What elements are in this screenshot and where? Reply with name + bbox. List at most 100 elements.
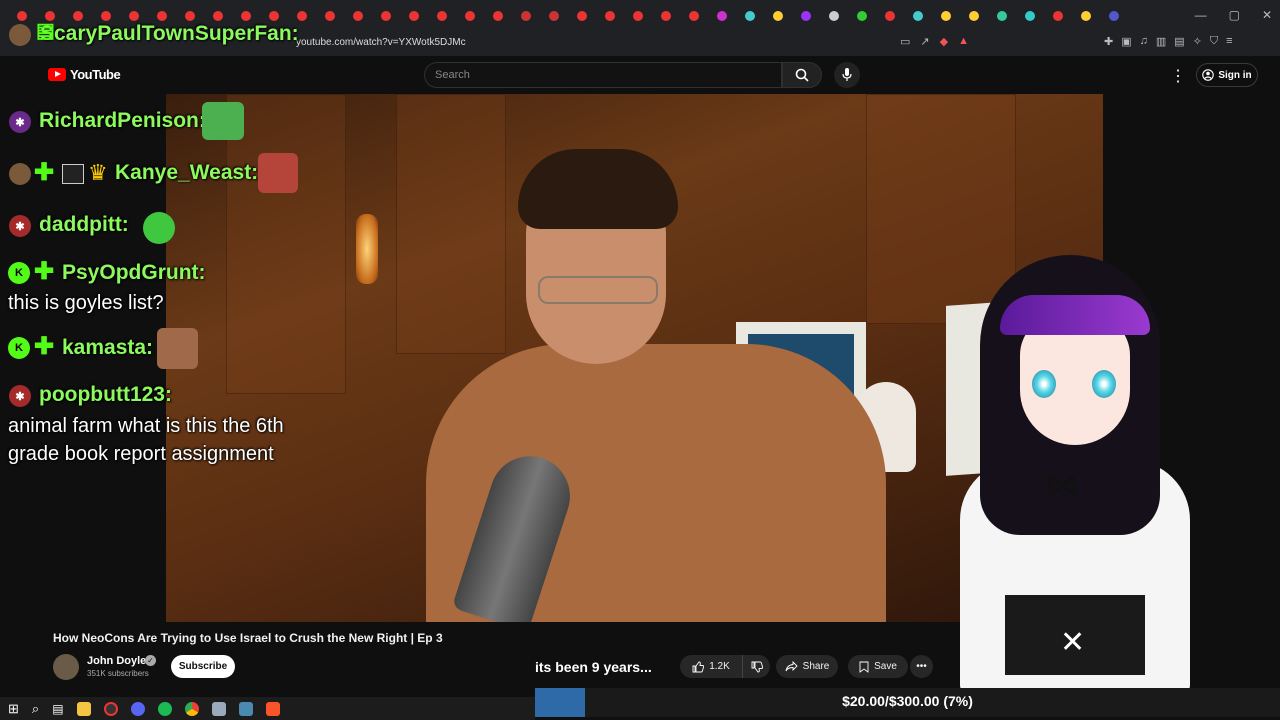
tab-favicon-icon: [633, 11, 643, 21]
share-page-icon[interactable]: ↗: [920, 35, 929, 48]
browser-tab[interactable]: [708, 4, 736, 28]
chat-message: animal farm what is this the 6th grade b…: [8, 415, 284, 465]
spotify-icon[interactable]: [157, 701, 172, 716]
cast-icon[interactable]: ▭: [900, 35, 910, 48]
mic-icon: [842, 68, 852, 81]
browser-tab[interactable]: [652, 4, 680, 28]
browser-tab[interactable]: [848, 4, 876, 28]
verified-icon: ✓: [145, 655, 156, 666]
mod-badge-icon: ✱: [9, 215, 31, 237]
broken-badge-icon: [62, 164, 84, 184]
save-label: Save: [874, 661, 897, 672]
laughing-emote: [157, 328, 198, 369]
minimize-icon[interactable]: —: [1195, 8, 1207, 22]
brave-icon[interactable]: [265, 701, 280, 716]
more-actions-button[interactable]: •••: [910, 655, 933, 678]
browser-tab[interactable]: [316, 4, 344, 28]
save-button[interactable]: Save: [848, 655, 908, 678]
tab-favicon-icon: [829, 11, 839, 21]
share-button[interactable]: Share: [776, 655, 838, 678]
browser-tab[interactable]: [596, 4, 624, 28]
search-icon[interactable]: ⌕: [32, 701, 39, 717]
tab-favicon-icon: [773, 11, 783, 21]
browser-tab[interactable]: [428, 4, 456, 28]
browser-tab[interactable]: [792, 4, 820, 28]
close-window-icon[interactable]: ✕: [1262, 8, 1272, 22]
settings-menu-icon[interactable]: ⋮: [1170, 66, 1186, 86]
browser-tab[interactable]: [1072, 4, 1100, 28]
browser-tab[interactable]: [568, 4, 596, 28]
cross-icon: ✕: [1060, 626, 1086, 659]
leo-icon[interactable]: ✧: [1193, 35, 1202, 48]
thumbs-down-icon: [751, 661, 763, 672]
browser-tab[interactable]: [484, 4, 512, 28]
browser-tab[interactable]: [400, 4, 428, 28]
extension-icon[interactable]: ✚: [1104, 35, 1113, 48]
tab-favicon-icon: [549, 11, 559, 21]
dislike-button[interactable]: [742, 655, 770, 678]
chrome-icon[interactable]: [184, 701, 199, 716]
browser-tab[interactable]: [680, 4, 708, 28]
app-icon[interactable]: [211, 701, 226, 716]
browser-tab[interactable]: [512, 4, 540, 28]
tab-favicon-icon: [409, 11, 419, 21]
address-bar-actions: ▭ ↗ ◆ ▲: [900, 35, 969, 48]
vtube-studio-icon[interactable]: [238, 701, 253, 716]
file-explorer-icon[interactable]: [76, 701, 91, 716]
obs-icon[interactable]: [103, 701, 118, 716]
tab-favicon-icon: [381, 11, 391, 21]
brave-shield-icon[interactable]: ◆: [940, 35, 948, 48]
window-controls: — ▢ ✕: [1195, 8, 1272, 22]
brave-rewards-icon[interactable]: ▲: [958, 35, 969, 48]
browser-tab[interactable]: [820, 4, 848, 28]
tab-favicon-icon: [885, 11, 895, 21]
music-icon[interactable]: ♫: [1140, 35, 1148, 48]
chat-username: poopbutt123:: [39, 383, 172, 406]
search-input[interactable]: Search: [424, 62, 782, 88]
browser-tab[interactable]: [764, 4, 792, 28]
tab-favicon-icon: [73, 11, 83, 21]
browser-tab[interactable]: [736, 4, 764, 28]
mod-badge-icon: ✱: [9, 385, 31, 407]
browser-tab[interactable]: [1044, 4, 1072, 28]
channel-avatar[interactable]: [53, 654, 79, 680]
discord-icon[interactable]: [130, 701, 145, 716]
task-view-icon[interactable]: ▤: [52, 702, 63, 716]
wallet-icon[interactable]: ▤: [1174, 35, 1184, 48]
windows-start-icon[interactable]: ⊞: [8, 701, 19, 717]
channel-name[interactable]: John Doyle: [87, 655, 146, 667]
browser-tab[interactable]: [624, 4, 652, 28]
tab-favicon-icon: [941, 11, 951, 21]
screenshot-icon[interactable]: ▣: [1121, 35, 1131, 48]
browser-tab[interactable]: [988, 4, 1016, 28]
browser-tab[interactable]: [540, 4, 568, 28]
tab-favicon-icon: [185, 11, 195, 21]
plus-badge-icon: ✚: [34, 333, 55, 360]
presenter-hair: [518, 149, 678, 229]
address-bar[interactable]: youtube.com/watch?v=YXWotk5DJMc: [296, 37, 466, 48]
browser-tab[interactable]: [876, 4, 904, 28]
voice-search-button[interactable]: [834, 62, 860, 88]
sign-in-button[interactable]: Sign in: [1196, 63, 1258, 87]
tab-favicon-icon: [297, 11, 307, 21]
sidebar-icon[interactable]: ▥: [1156, 35, 1166, 48]
maximize-icon[interactable]: ▢: [1229, 8, 1240, 22]
browser-tab[interactable]: [344, 4, 372, 28]
browser-tab[interactable]: [960, 4, 988, 28]
search-button[interactable]: [782, 62, 822, 88]
browser-menu-icon[interactable]: ≡: [1226, 35, 1232, 48]
browser-tab[interactable]: [1016, 4, 1044, 28]
browser-tab[interactable]: [904, 4, 932, 28]
browser-tab[interactable]: [1100, 4, 1128, 28]
like-button[interactable]: 1.2K: [680, 655, 742, 678]
browser-tab[interactable]: [932, 4, 960, 28]
vpn-icon[interactable]: ⛉: [1210, 35, 1218, 48]
youtube-logo[interactable]: YouTube: [48, 67, 121, 82]
os-taskbar: ⊞ ⌕ ▤: [0, 697, 535, 720]
tab-favicon-icon: [913, 11, 923, 21]
browser-tab[interactable]: [372, 4, 400, 28]
tab-favicon-icon: [969, 11, 979, 21]
subscribe-button[interactable]: Subscribe: [171, 655, 235, 678]
browser-tab[interactable]: [456, 4, 484, 28]
tab-favicon-icon: [717, 11, 727, 21]
